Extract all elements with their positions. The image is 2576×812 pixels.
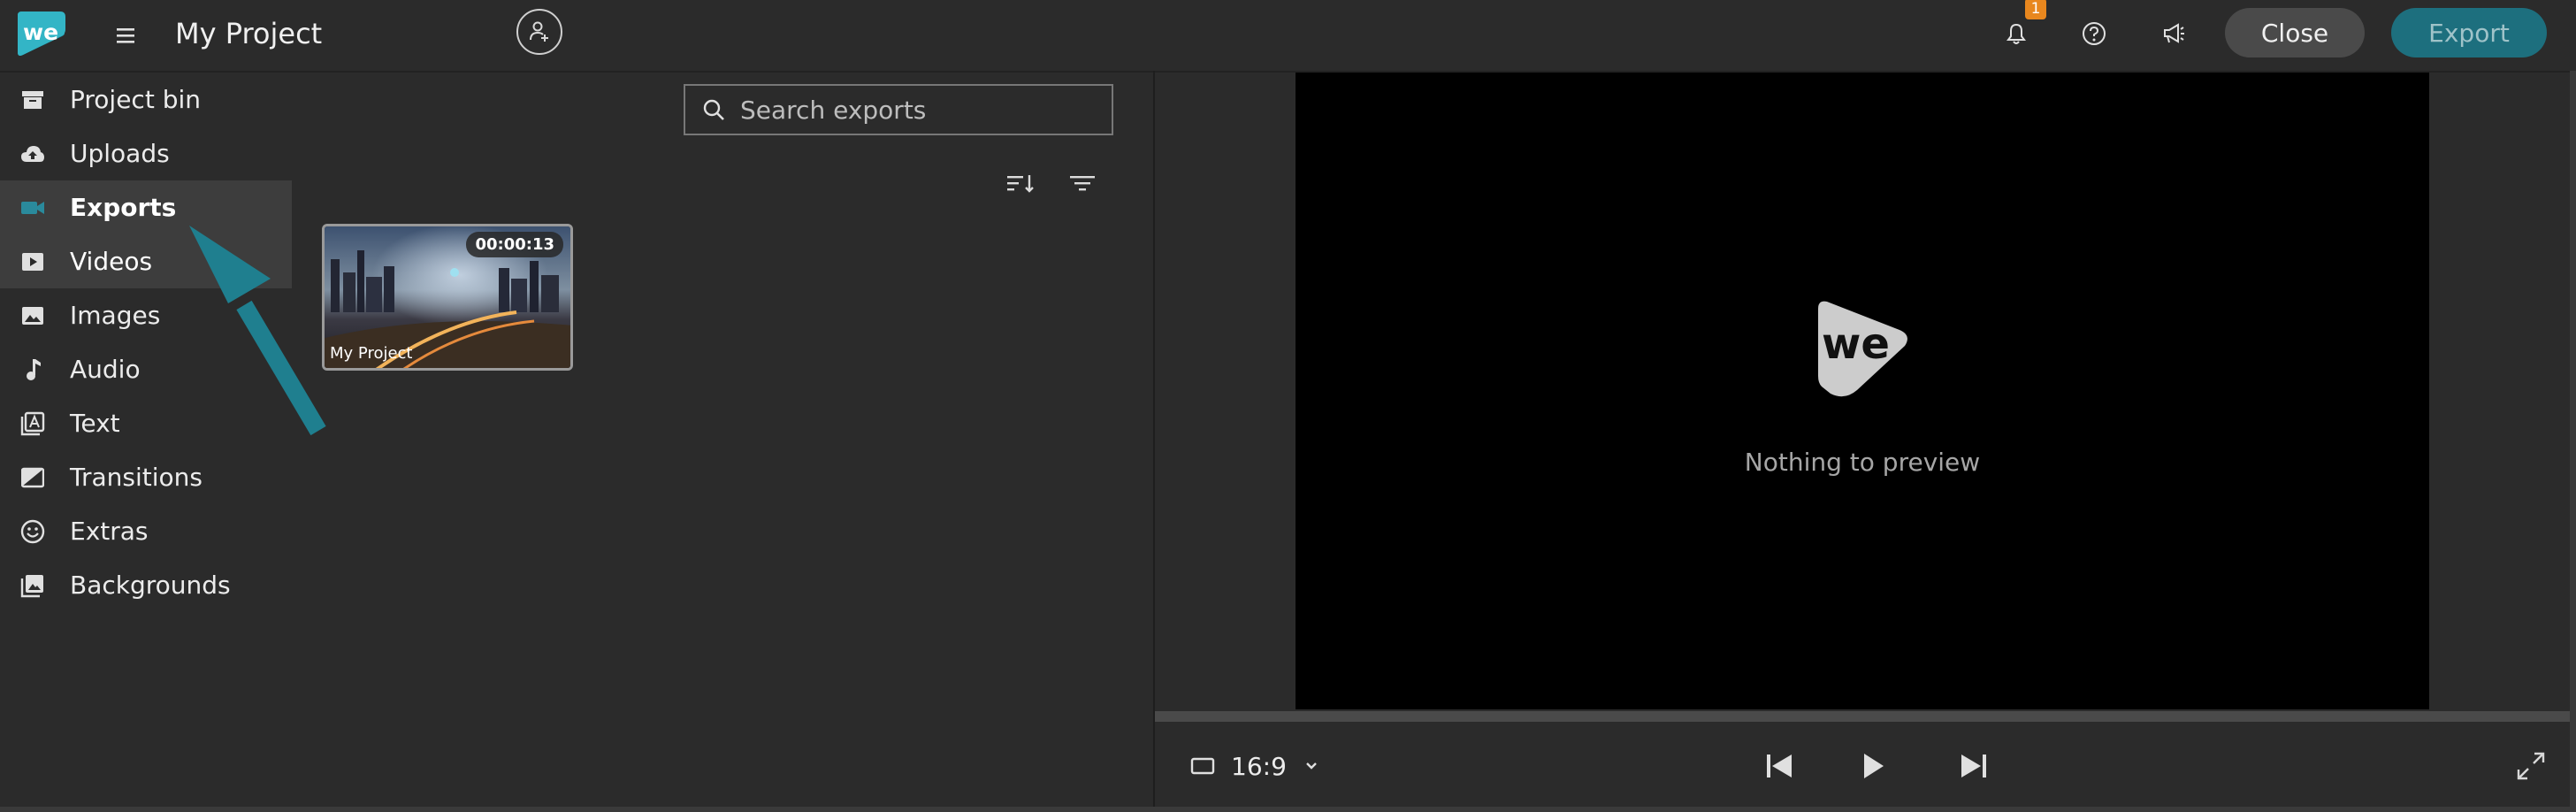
bell-icon [2007, 23, 2026, 44]
video-camera-icon [19, 195, 46, 221]
sidebar-item-label: Project bin [70, 85, 201, 114]
aspect-ratio-value: 16:9 [1231, 751, 1287, 781]
smiley-icon [19, 518, 46, 545]
announcements-button[interactable] [2156, 16, 2191, 51]
fullscreen-icon [2517, 752, 2545, 780]
sidebar-item-extras[interactable]: Extras [0, 504, 292, 558]
window-right-edge [2570, 71, 2576, 812]
add-collaborator-button[interactable] [516, 9, 562, 55]
help-icon [2083, 22, 2106, 45]
chevron-down-icon [1306, 762, 1317, 770]
sidebar-item-uploads[interactable]: Uploads [0, 126, 292, 180]
sidebar-item-label: Backgrounds [70, 571, 231, 600]
top-bar: we My Project 1 Close Export [0, 0, 2576, 73]
notifications-button[interactable] [1999, 16, 2034, 51]
notification-count-badge: 1 [2025, 0, 2046, 19]
backgrounds-icon [19, 572, 46, 599]
search-icon [703, 99, 724, 120]
preview-empty-message: Nothing to preview [1744, 448, 1981, 477]
filter-button[interactable] [1066, 168, 1098, 198]
sort-icon [1007, 175, 1034, 193]
skip-back-icon [1767, 755, 1792, 778]
playback-timeline[interactable] [1155, 711, 2576, 722]
sidebar-item-backgrounds[interactable]: Backgrounds [0, 558, 292, 612]
skip-forward-icon [1961, 755, 1986, 778]
text-icon [19, 410, 46, 437]
megaphone-icon [2164, 23, 2184, 43]
sidebar-item-label: Audio [70, 355, 141, 384]
play-icon [1864, 754, 1884, 778]
sidebar-item-label: Uploads [70, 139, 170, 168]
annotation-arrow-icon [189, 226, 326, 436]
svg-text:we: we [1822, 319, 1890, 369]
search-input[interactable] [738, 94, 1096, 126]
filter-icon [1070, 176, 1095, 191]
music-note-icon [19, 356, 46, 383]
sidebar-item-label: Extras [70, 517, 149, 546]
aspect-ratio-icon [1190, 757, 1215, 775]
sidebar-item-project-bin[interactable]: Project bin [0, 73, 292, 126]
panel-divider[interactable] [1153, 71, 1155, 812]
archive-icon [19, 87, 46, 113]
skip-to-start-button[interactable] [1760, 747, 1799, 785]
aspect-ratio-selector[interactable]: 16:9 [1190, 748, 1319, 784]
add-user-icon [530, 21, 548, 42]
image-icon [19, 303, 46, 329]
skip-to-end-button[interactable] [1954, 747, 1993, 785]
sidebar-item-transitions[interactable]: Transitions [0, 450, 292, 504]
preview-player: we Nothing to preview [1296, 73, 2429, 709]
sidebar-item-label: Exports [70, 193, 177, 222]
help-button[interactable] [2076, 16, 2112, 51]
sidebar-item-label: Images [70, 301, 161, 330]
export-button[interactable]: Export [2391, 8, 2547, 57]
project-title[interactable]: My Project [175, 14, 322, 53]
close-button[interactable]: Close [2225, 8, 2365, 57]
transition-icon [19, 464, 46, 491]
search-exports-field[interactable] [684, 84, 1113, 135]
fullscreen-button[interactable] [2511, 747, 2550, 785]
duration-badge: 00:00:13 [466, 232, 563, 257]
sidebar-item-label: Transitions [70, 463, 203, 492]
export-thumbnail[interactable]: 00:00:13 My Project [322, 224, 573, 371]
sidebar-item-label: Text [70, 409, 120, 438]
wevideo-logo[interactable]: we [14, 8, 69, 59]
svg-text:we: we [23, 19, 58, 45]
window-bottom-edge [0, 807, 2576, 812]
play-button[interactable] [1854, 747, 1892, 785]
play-box-icon [19, 249, 46, 275]
menu-icon[interactable] [110, 19, 141, 51]
sort-button[interactable] [1005, 168, 1036, 198]
sidebar-item-label: Videos [70, 247, 153, 276]
cloud-upload-icon [19, 141, 46, 167]
wevideo-logo-icon: we [1818, 301, 1907, 397]
